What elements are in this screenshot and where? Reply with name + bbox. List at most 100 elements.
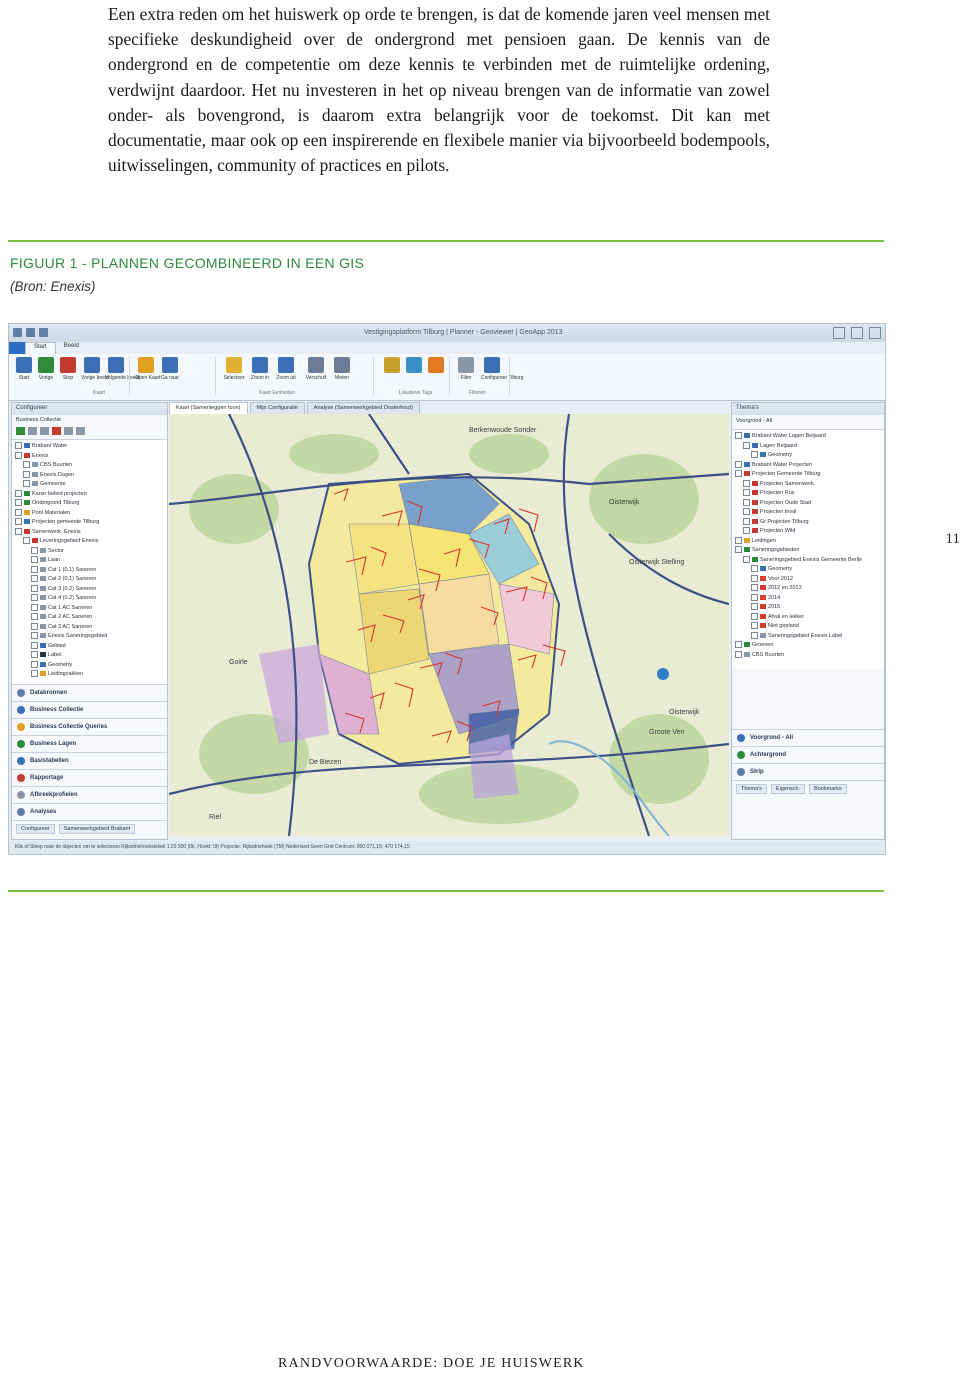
- maximize-icon[interactable]: [851, 327, 863, 339]
- ribbon-button[interactable]: [381, 357, 403, 375]
- tree-node-checkbox[interactable]: [751, 451, 758, 459]
- tree-node-checkbox[interactable]: [31, 613, 38, 621]
- map-canvas[interactable]: Berkenwoude Sonder Oisterwijk Oisterwijk S…: [169, 414, 729, 836]
- tree-node[interactable]: Laan: [15, 556, 164, 566]
- nav-section[interactable]: Business Collectie Queries: [12, 718, 167, 735]
- nav-section[interactable]: Analyses: [12, 803, 167, 820]
- foreground-selector[interactable]: Voorgrond - All: [736, 418, 772, 424]
- nav-section[interactable]: Strip: [732, 763, 884, 780]
- nav-section[interactable]: Business Collectie: [12, 701, 167, 718]
- ribbon-button[interactable]: Vorige beeld: [81, 357, 109, 381]
- tree-node-checkbox[interactable]: [751, 631, 758, 639]
- tree-node-checkbox[interactable]: [743, 498, 750, 506]
- tree-node[interactable]: 2012 en 2013: [735, 584, 881, 594]
- tree-node[interactable]: Saneringsgebieden: [735, 546, 881, 556]
- add-icon[interactable]: [16, 427, 25, 435]
- tree-node[interactable]: Projecten gemeente Tilburg: [15, 518, 164, 528]
- tree-node-checkbox[interactable]: [743, 489, 750, 497]
- tree-node-checkbox[interactable]: [31, 641, 38, 649]
- tree-node[interactable]: Brabant Water Projecten: [735, 460, 881, 471]
- tree-node[interactable]: Kansr beleid projecten: [15, 489, 164, 500]
- nav-section[interactable]: Basistabellen: [12, 752, 167, 769]
- tree-node-checkbox[interactable]: [15, 451, 22, 459]
- tree-node-checkbox[interactable]: [735, 641, 742, 649]
- tree-node-checkbox[interactable]: [31, 660, 38, 668]
- tree-node[interactable]: Projecten Oude Stad: [735, 498, 881, 509]
- ribbon-button[interactable]: Meten: [331, 357, 353, 381]
- tree-node[interactable]: Sector: [15, 546, 164, 557]
- tree-node-checkbox[interactable]: [31, 584, 38, 592]
- tree-node-checkbox[interactable]: [751, 603, 758, 611]
- tree-node-checkbox[interactable]: [23, 461, 30, 469]
- tree-node[interactable]: Brabant Water Lagen Beijaard: [735, 432, 881, 442]
- tree-node[interactable]: Projecten Wild: [735, 527, 881, 537]
- tree-node[interactable]: Gr.Projecten Tilburg: [735, 517, 881, 528]
- nav-section[interactable]: Voorgrond - All: [732, 729, 884, 746]
- tree-node-checkbox[interactable]: [735, 536, 742, 544]
- map-tab[interactable]: Mijn Configuratie: [249, 402, 305, 414]
- tree-node[interactable]: Leidingen: [735, 536, 881, 547]
- minimize-icon[interactable]: [833, 327, 845, 339]
- tree-node[interactable]: Cat 2 (0,1) Saneren: [15, 575, 164, 585]
- nav-section[interactable]: Databronnen: [12, 684, 167, 701]
- ribbon-button[interactable]: Vorige: [35, 357, 57, 381]
- tree-node-checkbox[interactable]: [15, 527, 22, 535]
- tree-node-checkbox[interactable]: [743, 517, 750, 525]
- tree-node[interactable]: Afval en lekker: [735, 612, 881, 623]
- tree-node[interactable]: Geometry: [735, 451, 881, 461]
- tree-node-checkbox[interactable]: [743, 527, 750, 535]
- tree-node[interactable]: Gemeente: [15, 480, 164, 490]
- tree-node[interactable]: Groenen: [735, 641, 881, 651]
- tree-node[interactable]: Cat 1 (0,1) Saneren: [15, 565, 164, 576]
- ribbon-button[interactable]: [403, 357, 425, 375]
- nav-section[interactable]: Business Lagen: [12, 735, 167, 752]
- tree-node-checkbox[interactable]: [15, 489, 22, 497]
- tree-node-checkbox[interactable]: [31, 575, 38, 583]
- ribbon-button[interactable]: Start: [13, 357, 35, 381]
- tree-node-checkbox[interactable]: [15, 518, 22, 526]
- edit-icon[interactable]: [40, 427, 49, 435]
- panel-bottom-tab[interactable]: Thema's: [736, 784, 767, 794]
- tree-node[interactable]: Label: [15, 651, 164, 661]
- tree-node-checkbox[interactable]: [735, 650, 742, 658]
- tree-node-checkbox[interactable]: [23, 480, 30, 488]
- tree-node[interactable]: Cat 3 (0,2) Saneren: [15, 584, 164, 595]
- ribbon-button[interactable]: Filter: [455, 357, 477, 381]
- ribbon-button[interactable]: Volgende beeld: [105, 357, 139, 381]
- tree-node[interactable]: CBS Buurten: [15, 461, 164, 471]
- tree-node[interactable]: Cat 1 AC Saneren: [15, 603, 164, 614]
- tree-node-checkbox[interactable]: [31, 670, 38, 678]
- tree-node-checkbox[interactable]: [751, 593, 758, 601]
- tree-node[interactable]: Saneringsgebied Enexis Gemeente Berlle: [735, 555, 881, 566]
- ribbon-button[interactable]: Zoom uit: [275, 357, 297, 381]
- ribbon-button[interactable]: Ga naar: [159, 357, 181, 381]
- refresh-icon[interactable]: [64, 427, 73, 435]
- app-menu-icon[interactable]: [13, 328, 22, 337]
- tree-node[interactable]: Projecten Samenwerk.: [735, 479, 881, 490]
- tree-node-checkbox[interactable]: [743, 479, 750, 487]
- close-icon[interactable]: [869, 327, 881, 339]
- ribbon-tab-start[interactable]: Start: [25, 342, 56, 354]
- tree-node-checkbox[interactable]: [15, 442, 22, 450]
- tree-node[interactable]: Enexis: [15, 451, 164, 462]
- tree-node[interactable]: Leidingvakken: [15, 670, 164, 680]
- ribbon-tab-beeld[interactable]: Beeld: [56, 342, 87, 354]
- tree-node[interactable]: Gebied: [15, 641, 164, 652]
- tree-node[interactable]: Lagen Beijaard: [735, 441, 881, 452]
- map-tab[interactable]: Analyse (Samenwerkgebied Oosterhout): [306, 402, 420, 414]
- tree-node-checkbox[interactable]: [15, 499, 22, 507]
- tree-node[interactable]: Cat 3 AC Saneren: [15, 622, 164, 633]
- tree-node[interactable]: Cat 2 AC Saneren: [15, 613, 164, 623]
- panel-bottom-tab[interactable]: Bookmarks: [809, 784, 847, 794]
- tree-node-checkbox[interactable]: [751, 584, 758, 592]
- tree-node[interactable]: Brabant Water: [15, 442, 164, 452]
- map-tab[interactable]: Kaart (Samenleggen toon): [169, 402, 248, 414]
- tree-node-checkbox[interactable]: [23, 470, 30, 478]
- copy-icon[interactable]: [28, 427, 37, 435]
- tree-node[interactable]: Samenwerk. Enexis: [15, 527, 164, 538]
- tree-node[interactable]: CBS Buurten: [735, 650, 881, 661]
- tree-node[interactable]: Projecten Rus: [735, 489, 881, 499]
- ribbon-button[interactable]: Configureer Tilburg: [481, 357, 524, 381]
- tree-node[interactable]: Leveringsgebied Enexis: [15, 537, 164, 547]
- tree-node[interactable]: Projecten Gemeente Tilburg: [735, 470, 881, 480]
